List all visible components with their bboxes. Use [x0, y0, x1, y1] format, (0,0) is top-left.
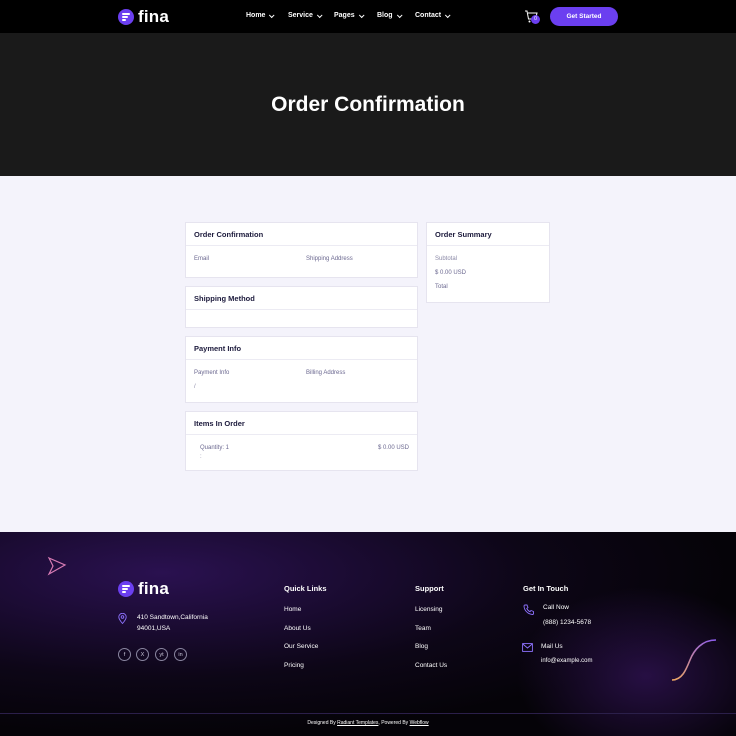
top-nav: fina Home Service Pages Blog Contact 0 G… [0, 0, 736, 33]
triangle-decoration-icon [47, 556, 67, 576]
footer-credit: Designed By Radiant Templates, Powered B… [307, 720, 429, 726]
location-pin-icon [118, 613, 127, 624]
footer-address-line1: 410 Sandtown,California [137, 614, 208, 621]
footer-email[interactable]: info@example.com [541, 658, 592, 664]
cart-count-badge: 0 [531, 15, 540, 24]
footer-link-home[interactable]: Home [284, 606, 301, 613]
payment-info-card: Payment Info Payment Info Billing Addres… [185, 336, 418, 403]
mail-icon [522, 643, 533, 652]
items-in-order-card: Items In Order Quantity: 1 $ 0.00 USD : [185, 411, 418, 471]
email-label: Email [194, 256, 210, 262]
logo-icon [118, 581, 134, 597]
nav-item-contact[interactable]: Contact [415, 11, 451, 19]
brand-logo[interactable]: fina [118, 7, 169, 27]
item-price: $ 0.00 USD [377, 445, 409, 451]
x-twitter-icon[interactable]: X [136, 648, 149, 661]
nav-item-home[interactable]: Home [246, 11, 275, 19]
chevron-down-icon [358, 11, 365, 18]
nav-item-pages[interactable]: Pages [334, 11, 365, 19]
footer-link-service[interactable]: Our Service [284, 643, 318, 650]
order-summary-card: Order Summary Subtotal $ 0.00 USD Total [426, 222, 550, 303]
page-title: Order Confirmation [271, 92, 465, 116]
footer-address-line2: 94001,USA [137, 625, 171, 632]
chevron-down-icon [396, 11, 403, 18]
footer-link-licensing[interactable]: Licensing [415, 606, 442, 613]
order-confirmation-heading: Order Confirmation [186, 223, 417, 246]
payment-info-value: / [194, 384, 196, 390]
item-quantity: Quantity: 1 [200, 445, 230, 451]
call-now-label: Call Now [543, 604, 570, 611]
subtotal-value: $ 0.00 USD [435, 270, 467, 276]
get-in-touch-heading: Get In Touch [523, 584, 569, 593]
footer-link-contact[interactable]: Contact Us [415, 662, 447, 669]
total-label: Total [435, 284, 448, 290]
footer-link-about[interactable]: About Us [284, 625, 311, 632]
order-confirmation-card: Order Confirmation Email Shipping Addres… [185, 222, 418, 278]
chevron-down-icon [444, 11, 451, 18]
get-started-button[interactable]: Get Started [550, 7, 618, 26]
footer-link-team[interactable]: Team [415, 625, 431, 632]
logo-icon [118, 9, 134, 25]
chevron-down-icon [316, 11, 323, 18]
platform-link[interactable]: Webflow [410, 720, 429, 726]
order-summary-heading: Order Summary [427, 223, 549, 246]
shipping-method-card: Shipping Method [185, 286, 418, 328]
mail-us-label: Mail Us [541, 643, 563, 650]
subtotal-label: Subtotal [435, 256, 458, 262]
payment-info-label: Payment Info [194, 370, 230, 376]
payment-info-heading: Payment Info [186, 337, 417, 360]
shipping-method-heading: Shipping Method [186, 287, 417, 310]
page-hero: Order Confirmation [0, 33, 736, 176]
support-heading: Support [415, 584, 444, 593]
phone-icon [523, 604, 534, 615]
linkedin-icon[interactable]: in [174, 648, 187, 661]
nav-item-service[interactable]: Service [288, 11, 323, 19]
quick-links-heading: Quick Links [284, 584, 327, 593]
billing-address-label: Billing Address [306, 370, 346, 376]
brand-name: fina [138, 7, 170, 26]
nav-item-blog[interactable]: Blog [377, 11, 403, 19]
footer-divider [0, 713, 736, 714]
designer-link[interactable]: Radiant Templates [337, 720, 378, 726]
footer-link-blog[interactable]: Blog [415, 643, 428, 650]
footer-brand-name: fina [138, 579, 170, 598]
item-extra: : [200, 454, 202, 460]
chevron-down-icon [269, 11, 275, 18]
youtube-icon[interactable]: yt [155, 648, 168, 661]
footer-logo[interactable]: fina [118, 579, 169, 599]
facebook-icon[interactable]: f [118, 648, 131, 661]
footer-phone[interactable]: (888) 1234-5678 [543, 619, 591, 626]
shipping-address-label: Shipping Address [306, 256, 353, 262]
footer-link-pricing[interactable]: Pricing [284, 662, 304, 669]
wave-decoration-icon [671, 639, 717, 681]
items-in-order-heading: Items In Order [186, 412, 417, 435]
site-footer: fina 410 Sandtown,California 94001,USA f… [0, 532, 736, 736]
